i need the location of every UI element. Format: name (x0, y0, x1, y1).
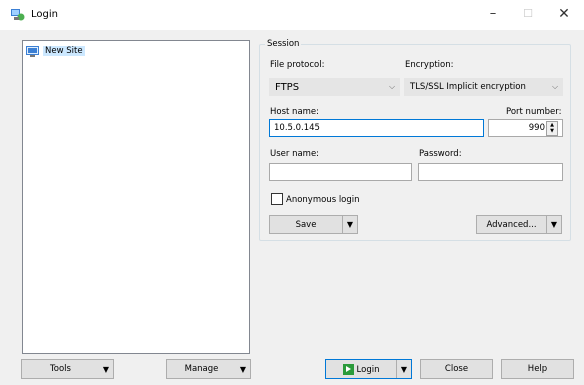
chevron-down-icon: ⌵ (551, 82, 559, 91)
password-input[interactable] (418, 163, 563, 181)
encryption-select[interactable]: TLS/SSL Implicit encryption ⌵ (404, 78, 563, 96)
help-button-label: Help (527, 364, 548, 374)
maximize-button[interactable]: ☐ (510, 0, 546, 30)
login-button-label: Login (356, 364, 380, 375)
close-button[interactable]: Close (420, 359, 493, 379)
user-name-label: User name: (270, 149, 320, 159)
tree-item-new-site[interactable]: New Site (26, 44, 85, 58)
close-window-button[interactable]: ✕ (546, 0, 582, 30)
manage-button[interactable]: Manage ▼ (166, 359, 251, 379)
login-button[interactable]: Login ▼ (325, 359, 412, 379)
advanced-button[interactable]: Advanced... ▼ (476, 215, 562, 234)
save-button[interactable]: Save ▼ (269, 215, 358, 234)
file-protocol-select[interactable]: FTPS ⌵ (269, 78, 400, 96)
dropdown-arrow-icon[interactable]: ▼ (397, 365, 411, 374)
file-protocol-label: File protocol: (270, 60, 325, 70)
site-tree[interactable]: New Site (22, 40, 250, 354)
save-button-label: Save (295, 219, 317, 230)
anonymous-login-label[interactable]: Anonymous login (286, 195, 360, 205)
login-icon (342, 363, 354, 375)
dropdown-arrow-icon[interactable]: ▼ (343, 220, 357, 229)
tree-item-label: New Site (43, 46, 85, 56)
help-button[interactable]: Help (501, 359, 574, 379)
window-title: Login (31, 9, 58, 20)
session-group (259, 44, 571, 241)
manage-button-label: Manage (184, 364, 219, 374)
host-name-input[interactable] (269, 119, 484, 137)
file-protocol-value: FTPS (275, 81, 300, 93)
dropdown-arrow-icon[interactable]: ▼ (547, 220, 561, 229)
tools-button-label: Tools (50, 364, 71, 374)
dropdown-arrow-icon[interactable]: ▼ (99, 365, 113, 374)
anonymous-login-checkbox[interactable] (271, 193, 283, 205)
password-label: Password: (419, 149, 462, 159)
user-name-input[interactable] (269, 163, 412, 181)
title-bar: Login – ☐ ✕ (0, 0, 584, 30)
app-icon (11, 9, 25, 21)
dropdown-arrow-icon[interactable]: ▼ (236, 365, 250, 374)
encryption-label: Encryption: (405, 60, 454, 70)
minimize-button[interactable]: – (475, 0, 511, 30)
host-name-label: Host name: (270, 107, 320, 117)
tools-button[interactable]: Tools ▼ (21, 359, 114, 379)
advanced-button-label: Advanced... (486, 219, 537, 230)
port-number-label: Port number: (506, 107, 562, 117)
encryption-value: TLS/SSL Implicit encryption (410, 82, 526, 92)
chevron-down-icon: ⌵ (388, 82, 396, 91)
port-spinner[interactable]: ▲ ▼ (546, 121, 558, 136)
site-icon (26, 45, 39, 57)
close-button-label: Close (444, 364, 469, 374)
spin-down-icon[interactable]: ▼ (547, 128, 557, 134)
session-group-label: Session (265, 39, 302, 49)
